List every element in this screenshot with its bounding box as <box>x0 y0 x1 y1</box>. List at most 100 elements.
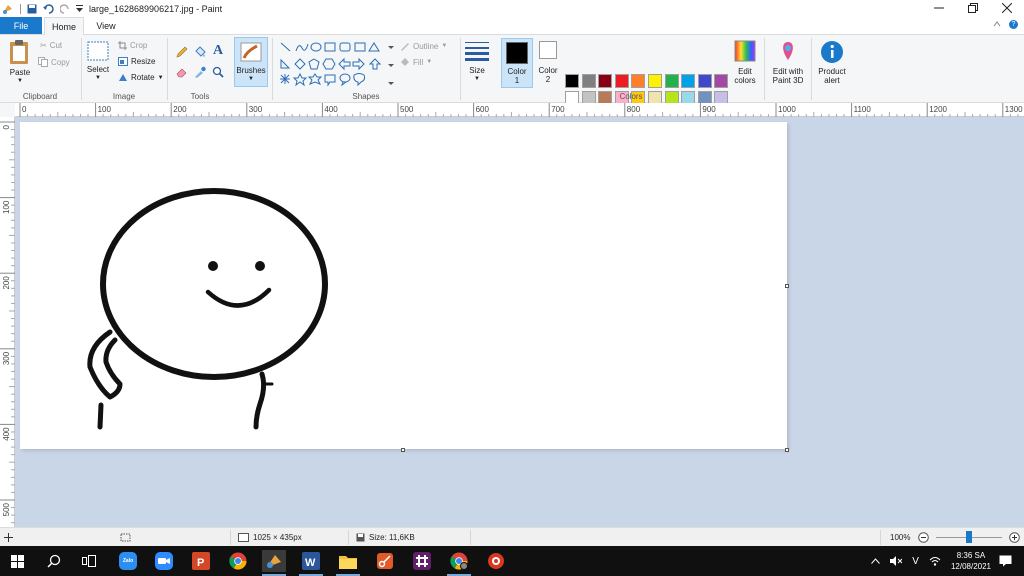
product-alert-button[interactable]: Product alert <box>814 40 850 85</box>
save-icon[interactable] <box>27 4 37 14</box>
color-picker-icon[interactable] <box>194 66 206 78</box>
zoom-in-button[interactable] <box>1009 528 1020 547</box>
edit-with-paint3d-button[interactable]: Edit with Paint 3D <box>768 40 808 85</box>
undo-icon[interactable] <box>43 4 54 14</box>
color2-button[interactable]: Color 2 <box>536 41 560 84</box>
close-button[interactable] <box>990 0 1024 16</box>
color1-button[interactable]: Color 1 <box>501 38 533 88</box>
input-method-indicator[interactable]: V <box>912 556 919 567</box>
minimize-button[interactable] <box>922 0 956 16</box>
search-button[interactable] <box>43 550 65 572</box>
fill-bucket-icon[interactable] <box>194 46 206 58</box>
palette-swatch[interactable] <box>648 74 662 88</box>
canvas-resize-handle-corner[interactable] <box>785 448 789 452</box>
taskbar-word[interactable]: W <box>300 550 322 572</box>
ribbon-options: ? <box>993 20 1018 29</box>
ruler-tick-label: 1000 <box>778 105 796 114</box>
taskbar-powerpoint[interactable]: P <box>190 550 212 572</box>
outline-button[interactable]: Outline ▼ <box>400 41 447 51</box>
tab-file[interactable]: File <box>0 17 42 34</box>
copy-label: Copy <box>51 57 70 67</box>
cut-button[interactable]: ✂ Cut <box>40 41 62 50</box>
svg-text:W: W <box>305 557 316 569</box>
palette-swatch[interactable] <box>631 74 646 88</box>
fill-icon <box>401 58 409 66</box>
shapes-gallery[interactable] <box>278 40 398 88</box>
slack-icon <box>413 552 431 570</box>
notifications-icon[interactable] <box>999 555 1012 567</box>
drawing-canvas[interactable] <box>20 122 787 449</box>
zoom-slider-thumb[interactable] <box>966 531 972 543</box>
taskbar-snipping[interactable] <box>374 550 396 572</box>
help-icon[interactable]: ? <box>1009 20 1018 29</box>
taskbar-slack[interactable] <box>411 550 433 572</box>
select-dropdown-icon[interactable]: ▼ <box>95 74 101 83</box>
start-button[interactable] <box>6 550 28 572</box>
taskbar-file-explorer[interactable] <box>337 550 359 572</box>
taskbar-app-red[interactable] <box>485 550 507 572</box>
brushes-dropdown-icon[interactable]: ▼ <box>248 75 254 84</box>
rotate-button[interactable]: Rotate ▼ <box>118 73 164 82</box>
show-hidden-icons-icon[interactable] <box>871 558 881 564</box>
collapse-ribbon-icon[interactable] <box>993 20 1001 28</box>
canvas-resize-handle-right[interactable] <box>785 284 789 288</box>
taskbar-paint[interactable] <box>262 550 286 572</box>
palette-swatch[interactable] <box>664 74 679 88</box>
paste-button[interactable]: Paste ▼ <box>4 39 36 86</box>
crop-label: Crop <box>130 41 148 50</box>
file-size: Size: 11,6KB <box>356 528 415 547</box>
scissors-icon: ✂ <box>40 41 47 50</box>
ruler-tick-label: 600 <box>476 105 490 114</box>
customize-qat-icon[interactable] <box>76 5 83 13</box>
redo-icon[interactable] <box>60 4 70 14</box>
tab-home[interactable]: Home <box>44 17 84 35</box>
tab-view[interactable]: View <box>88 17 124 34</box>
restore-button[interactable] <box>956 0 990 16</box>
horizontal-ruler: 0 100 200 300 400 500 600 700 800 900 1000 1100 1200… <box>15 103 1024 117</box>
palette-swatch[interactable] <box>697 74 712 88</box>
zoom-in-icon <box>1009 532 1020 543</box>
taskbar-zoom[interactable] <box>153 550 175 572</box>
palette-swatch[interactable] <box>714 74 729 88</box>
palette-swatch[interactable] <box>581 74 596 88</box>
paste-dropdown-icon[interactable]: ▼ <box>17 77 23 86</box>
select-button[interactable]: Select ▼ <box>86 41 110 83</box>
pencil-icon[interactable] <box>176 46 188 58</box>
clipboard-icon <box>10 40 28 64</box>
search-icon <box>47 554 61 568</box>
canvas-resize-handle-bottom[interactable] <box>401 448 405 452</box>
rotate-dropdown-icon[interactable]: ▼ <box>158 75 164 81</box>
taskbar-chrome-profile[interactable] <box>448 550 470 572</box>
taskbar-chrome[interactable] <box>227 550 249 572</box>
fill-button[interactable]: Fill ▼ <box>400 57 432 67</box>
tools-group-label: Tools <box>190 92 210 101</box>
wifi-icon[interactable] <box>929 556 941 566</box>
colors-group-label: Colors <box>619 92 643 101</box>
size-button[interactable]: Size ▼ <box>464 41 490 84</box>
word-icon: W <box>302 552 320 570</box>
copy-icon <box>38 57 48 67</box>
palette-swatch[interactable] <box>565 74 579 88</box>
clock-date: 12/08/2021 <box>950 562 991 571</box>
outline-label: Outline <box>413 41 439 51</box>
edit-colors-button[interactable]: Edit colors <box>731 40 759 85</box>
palette-swatch[interactable] <box>614 74 629 88</box>
crop-button[interactable]: Crop <box>118 41 147 50</box>
text-tool-icon[interactable]: A <box>213 43 223 59</box>
taskbar-zalo[interactable]: Zalo <box>117 550 139 572</box>
palette-swatch[interactable] <box>598 74 613 88</box>
color2-label: Color <box>538 66 558 75</box>
zoom-out-button[interactable] <box>918 528 929 547</box>
palette-swatch[interactable] <box>681 74 696 88</box>
magnifier-icon[interactable] <box>212 66 224 78</box>
task-view-button[interactable] <box>78 550 100 572</box>
volume-muted-icon[interactable] <box>890 556 903 566</box>
eraser-icon[interactable] <box>176 66 188 78</box>
paint3d-label-2: Paint 3D <box>772 76 804 85</box>
copy-button[interactable]: Copy <box>38 57 70 67</box>
brushes-button[interactable]: Brushes ▼ <box>234 37 268 87</box>
resize-button[interactable]: Resize <box>118 57 155 66</box>
selection-size <box>120 528 131 547</box>
size-dropdown-icon[interactable]: ▼ <box>474 75 480 84</box>
system-clock[interactable]: 8:36 SA 12/08/2021 <box>951 550 991 572</box>
